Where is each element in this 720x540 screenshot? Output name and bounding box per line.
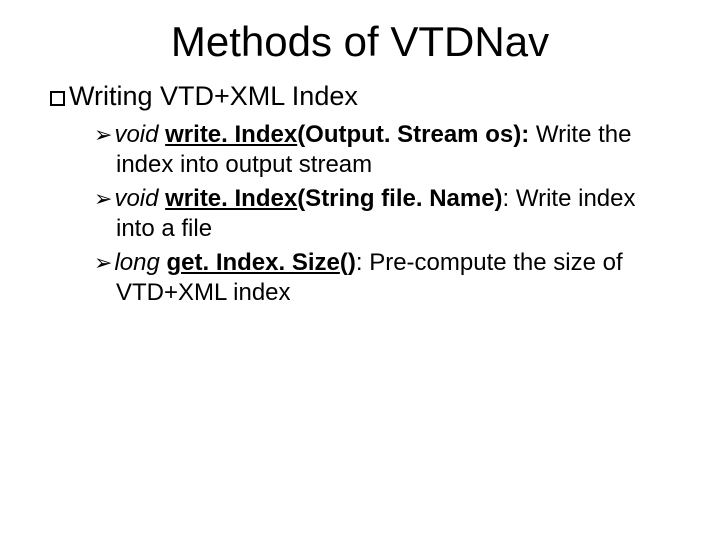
return-type: void	[114, 121, 158, 148]
section-heading-row: Writing VTD+XML Index	[50, 80, 680, 112]
list-item: ➢long get. Index. Size(): Pre-compute th…	[94, 248, 680, 308]
method-signature: (Output. Stream os):	[297, 121, 529, 148]
arrow-bullet-icon: ➢	[94, 122, 112, 147]
slide: Methods of VTDNav Writing VTD+XML Index …	[0, 0, 720, 540]
arrow-bullet-icon: ➢	[94, 250, 112, 275]
return-type: void	[114, 185, 158, 212]
method-desc-lead: Write	[529, 121, 591, 148]
method-signature: ()	[340, 249, 356, 276]
method-signature: (String file. Name)	[297, 185, 502, 212]
list-item: ➢void write. Index(String file. Name): W…	[94, 184, 680, 244]
arrow-bullet-icon: ➢	[94, 186, 112, 211]
method-name: write. Index	[165, 121, 297, 148]
method-desc-lead: : Pre-compute the size	[356, 249, 596, 276]
method-name: get. Index. Size	[166, 249, 339, 276]
section-heading: Writing VTD+XML Index	[69, 81, 358, 111]
method-desc-lead: : Write	[503, 185, 572, 212]
slide-title: Methods of VTDNav	[40, 18, 680, 66]
return-type: long	[114, 249, 159, 276]
list-item: ➢void write. Index(Output. Stream os): W…	[94, 120, 680, 180]
square-bullet-icon	[50, 91, 65, 106]
method-name: write. Index	[165, 185, 297, 212]
